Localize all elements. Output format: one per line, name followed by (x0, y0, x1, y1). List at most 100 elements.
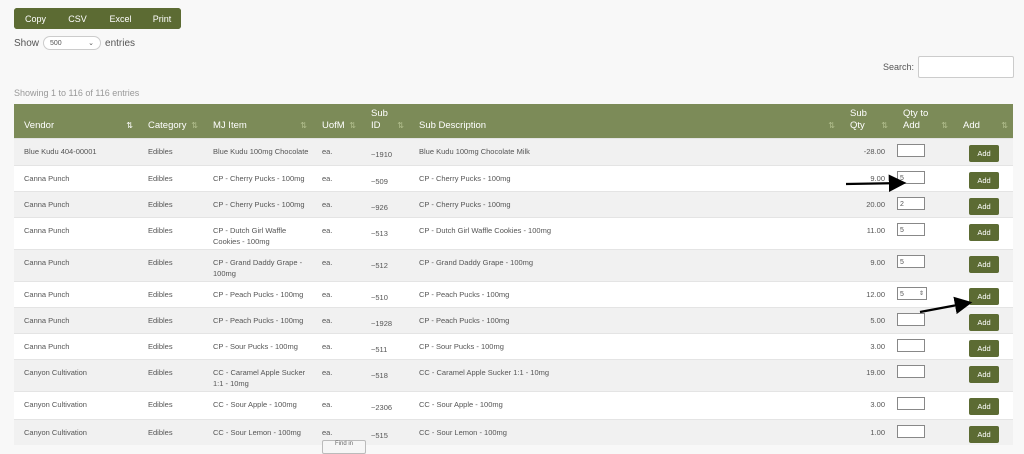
table-row: Canna Punch Edibles CP - Cherry Pucks - 10… (14, 164, 1013, 191)
add-button[interactable]: Add (969, 397, 999, 415)
qty-to-add-input[interactable] (897, 338, 925, 352)
search-label: Search: (882, 62, 914, 72)
col-header-label: Qty to Add (903, 107, 929, 131)
mj-item-cell: CC - Caramel Apple Sucker 1:1 - 10mg (203, 358, 312, 391)
sub-id-cell: ~1928 (361, 306, 409, 333)
add-button[interactable]: Add (969, 144, 999, 162)
qty-to-add-cell (893, 358, 953, 391)
category-cell: Edibles (138, 332, 203, 359)
sub-id-cell: ~515 (361, 418, 409, 445)
spinner-icon[interactable]: ⇕ (919, 288, 924, 301)
sort-icon: ⇅ (828, 120, 835, 130)
sub-description-cell: CP - Dutch Girl Waffle Cookies - 100mg (409, 216, 840, 249)
col-header-qty-to-add[interactable]: Qty to Add ⇅ (893, 104, 953, 138)
mj-item-cell: CP - Dutch Girl Waffle Cookies - 100mg (203, 216, 312, 249)
uofm-cell: ea. (312, 306, 361, 333)
search-control: Search: (883, 56, 1014, 78)
add-button[interactable]: Add (969, 223, 999, 241)
col-header-sub-id[interactable]: Sub ID ⇅ (361, 104, 409, 138)
sub-qty-cell: 20.00 (840, 190, 893, 217)
qty-to-add-input[interactable] (897, 424, 925, 438)
sub-description-cell: CP - Peach Pucks - 100mg (409, 280, 840, 307)
sub-description-cell: CC - Caramel Apple Sucker 1:1 - 10mg (409, 358, 840, 391)
export-button-group: Copy CSV Excel Print (14, 8, 181, 29)
sort-icon: ⇅ (1001, 120, 1008, 130)
col-header-sub-description[interactable]: Sub Description ⇅ (409, 104, 840, 138)
entries-select[interactable]: 500 ⌄ (43, 36, 102, 50)
uofm-cell: ea. (312, 164, 361, 191)
sub-description-cell: CP - Grand Daddy Grape - 100mg (409, 248, 840, 281)
col-header-category[interactable]: Category ⇅ (138, 104, 203, 138)
table-row: Canna Punch Edibles CP - Sour Pucks - 100m… (14, 332, 1013, 359)
add-button[interactable]: Add (969, 197, 999, 215)
add-cell: Add (953, 332, 1013, 359)
qty-to-add-cell: 2 (893, 190, 953, 217)
sort-icon: ⇅ (191, 120, 198, 130)
qty-to-add-cell (893, 306, 953, 333)
add-button[interactable]: Add (969, 365, 999, 383)
chevron-down-icon: ⌄ (88, 40, 95, 47)
sub-id-cell: ~513 (361, 216, 409, 249)
mj-item-cell: Blue Kudu 100mg Chocolate (203, 137, 312, 165)
add-cell: Add (953, 280, 1013, 307)
print-button[interactable]: Print (143, 8, 181, 29)
col-header-label: Add (963, 119, 980, 131)
col-header-mj-item[interactable]: MJ Item ⇅ (203, 104, 312, 138)
sub-description-cell: CP - Peach Pucks - 100mg (409, 306, 840, 333)
category-cell: Edibles (138, 190, 203, 217)
col-header-label: UofM (322, 119, 345, 131)
qty-to-add-input[interactable]: 5 ⇕ (897, 286, 927, 301)
table-row: Canna Punch Edibles CP - Dutch Girl Waffle… (14, 216, 1013, 249)
qty-to-add-value: 2 (900, 200, 904, 208)
search-input[interactable] (918, 56, 1014, 78)
sub-id-cell: ~512 (361, 248, 409, 281)
add-button[interactable]: Add (969, 339, 999, 357)
vendor-cell: Canna Punch (14, 164, 138, 191)
sub-description-cell: CP - Cherry Pucks - 100mg (409, 164, 840, 191)
add-button[interactable]: Add (969, 425, 999, 443)
entries-length-control: Show 500 ⌄ entries (14, 36, 135, 50)
col-header-label: Vendor (24, 119, 55, 131)
qty-to-add-value: 5 (900, 226, 904, 234)
col-header-uofm[interactable]: UofM ⇅ (312, 104, 361, 138)
uofm-cell: ea. (312, 137, 361, 165)
excel-button[interactable]: Excel (98, 8, 143, 29)
qty-to-add-input[interactable]: 5 (897, 170, 925, 184)
table-row: Canna Punch Edibles CP - Cherry Pucks - 10… (14, 190, 1013, 217)
table-row: Canyon Cultivation Edibles CC - Caramel Ap… (14, 358, 1013, 391)
col-header-vendor[interactable]: Vendor ⇅ (14, 104, 138, 138)
table-body: Blue Kudu 404-00001 Edibles Blue Kudu 100m… (14, 137, 1013, 445)
sub-id-cell: ~926 (361, 190, 409, 217)
add-button[interactable]: Add (969, 171, 999, 189)
sub-qty-cell: 3.00 (840, 332, 893, 359)
add-button[interactable]: Add (969, 287, 999, 305)
qty-to-add-input[interactable]: 5 (897, 254, 925, 268)
qty-to-add-cell (893, 390, 953, 419)
copy-button[interactable]: Copy (14, 8, 57, 29)
add-cell: Add (953, 137, 1013, 165)
col-header-add[interactable]: Add ⇅ (953, 104, 1013, 138)
sort-icon: ⇅ (349, 120, 356, 130)
add-button[interactable]: Add (969, 255, 999, 273)
col-header-sub-qty[interactable]: Sub Qty ⇅ (840, 104, 893, 138)
qty-to-add-input[interactable]: 5 (897, 222, 925, 236)
qty-to-add-cell (893, 137, 953, 165)
qty-to-add-input[interactable] (897, 364, 925, 378)
entries-label: entries (105, 37, 136, 49)
sort-icon: ⇅ (300, 120, 307, 130)
category-cell: Edibles (138, 358, 203, 391)
category-cell: Edibles (138, 418, 203, 445)
find-in-tooltip: Find in (322, 440, 366, 454)
mj-item-cell: CP - Grand Daddy Grape - 100mg (203, 248, 312, 281)
mj-item-cell: CC - Sour Apple - 100mg (203, 390, 312, 419)
add-button[interactable]: Add (969, 313, 999, 331)
category-cell: Edibles (138, 306, 203, 333)
qty-to-add-input[interactable] (897, 396, 925, 410)
table-header-row: Vendor ⇅ Category ⇅ MJ Item ⇅ UofM ⇅ Sub ID ⇅… (14, 104, 1013, 138)
qty-to-add-input[interactable]: 2 (897, 196, 925, 210)
csv-button[interactable]: CSV (57, 8, 98, 29)
uofm-cell: ea. (312, 332, 361, 359)
qty-to-add-input[interactable] (897, 312, 925, 326)
sub-qty-cell: -28.00 (840, 137, 893, 165)
qty-to-add-input[interactable] (897, 143, 925, 157)
